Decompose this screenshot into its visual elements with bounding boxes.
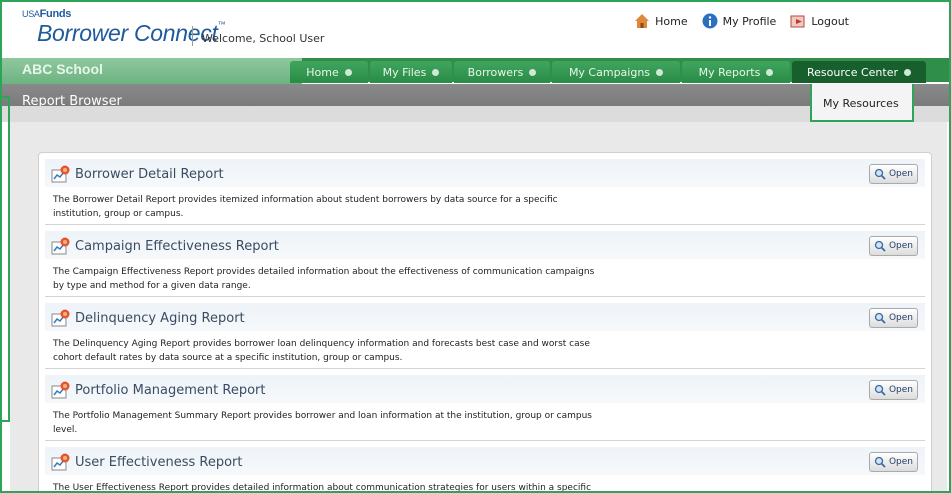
report-browser-bar: Report Browser — [2, 84, 949, 122]
header-home-link[interactable]: Home — [634, 13, 688, 29]
report-row-delinquency-aging: Delinquency Aging Report Open The Delinq… — [45, 303, 925, 369]
tab-bullet-icon — [344, 68, 352, 76]
report-description: The User Effectiveness Report provides d… — [53, 483, 592, 493]
report-chart-icon — [51, 453, 70, 471]
report-description: The Portfolio Management Summary Report … — [53, 411, 592, 435]
row-divider — [45, 296, 925, 297]
open-button[interactable]: Open — [869, 164, 918, 184]
welcome-text: Welcome, School User — [202, 32, 325, 45]
open-button[interactable]: Open — [869, 308, 918, 328]
home-icon — [635, 14, 650, 28]
tab-my-files[interactable]: My Files — [370, 61, 452, 83]
report-description: The Borrower Detail Report provides item… — [53, 195, 558, 219]
report-title[interactable]: Campaign Effectiveness Report — [75, 239, 279, 254]
report-chart-icon — [51, 165, 70, 183]
report-chart-icon — [51, 309, 70, 327]
header-links: Home My Profile Logout — [634, 13, 849, 29]
report-chart-icon — [51, 237, 70, 255]
tab-bullet-icon — [529, 68, 537, 76]
main-content: Borrower Detail Report Open The Borrower… — [10, 122, 947, 493]
tab-my-campaigns[interactable]: My Campaigns — [552, 61, 680, 83]
highlight-border-bottom — [2, 420, 10, 422]
usafunds-logo: USAFunds — [22, 8, 72, 20]
tab-my-reports[interactable]: My Reports — [682, 61, 790, 83]
header-logout-link[interactable]: Logout — [790, 13, 849, 29]
school-name-banner: ABC School — [2, 58, 302, 84]
tab-resource-center[interactable]: Resource Center — [792, 61, 926, 83]
tab-bullet-icon — [766, 68, 774, 76]
logo-divider — [192, 26, 193, 46]
report-row-user-effectiveness: User Effectiveness Report Open The User … — [45, 447, 925, 493]
tab-borrowers[interactable]: Borrowers — [454, 61, 550, 83]
magnifier-icon — [874, 240, 886, 252]
report-title[interactable]: Portfolio Management Report — [75, 383, 265, 398]
report-title[interactable]: Delinquency Aging Report — [75, 311, 245, 326]
report-chart-icon — [51, 381, 70, 399]
resource-center-dropdown: My Resources — [810, 84, 914, 122]
magnifier-icon — [874, 312, 886, 324]
info-icon — [702, 13, 718, 29]
report-row-borrower-detail: Borrower Detail Report Open The Borrower… — [45, 159, 925, 225]
row-divider — [45, 224, 925, 225]
row-divider — [45, 440, 925, 441]
magnifier-icon — [874, 168, 886, 180]
report-row-campaign-effectiveness: Campaign Effectiveness Report Open The C… — [45, 231, 925, 297]
tab-bullet-icon — [432, 68, 440, 76]
tab-bullet-icon — [656, 68, 664, 76]
tab-home[interactable]: Home — [290, 61, 368, 83]
header-profile-link[interactable]: My Profile — [702, 13, 776, 29]
open-button[interactable]: Open — [869, 452, 918, 472]
tab-bullet-icon — [903, 68, 911, 76]
magnifier-icon — [874, 456, 886, 468]
browser-bar-lower — [2, 106, 949, 122]
menu-item-my-resources[interactable]: My Resources — [823, 97, 899, 110]
app-frame: USAFunds Borrower Connect™ Welcome, Scho… — [0, 0, 951, 493]
report-list-panel: Borrower Detail Report Open The Borrower… — [38, 152, 932, 493]
borrower-connect-logo: Borrower Connect™ — [37, 20, 226, 46]
logout-icon — [790, 15, 805, 28]
report-description: The Delinquency Aging Report provides bo… — [53, 339, 590, 363]
magnifier-icon — [874, 384, 886, 396]
report-title[interactable]: Borrower Detail Report — [75, 167, 224, 182]
report-title[interactable]: User Effectiveness Report — [75, 455, 243, 470]
report-description: The Campaign Effectiveness Report provid… — [53, 267, 595, 291]
row-divider — [45, 368, 925, 369]
open-button[interactable]: Open — [869, 236, 918, 256]
main-tabs: Home My Files Borrowers My Campaigns My … — [290, 61, 926, 83]
open-button[interactable]: Open — [869, 380, 918, 400]
top-header: USAFunds Borrower Connect™ Welcome, Scho… — [2, 2, 949, 58]
report-row-portfolio-management: Portfolio Management Report Open The Por… — [45, 375, 925, 441]
